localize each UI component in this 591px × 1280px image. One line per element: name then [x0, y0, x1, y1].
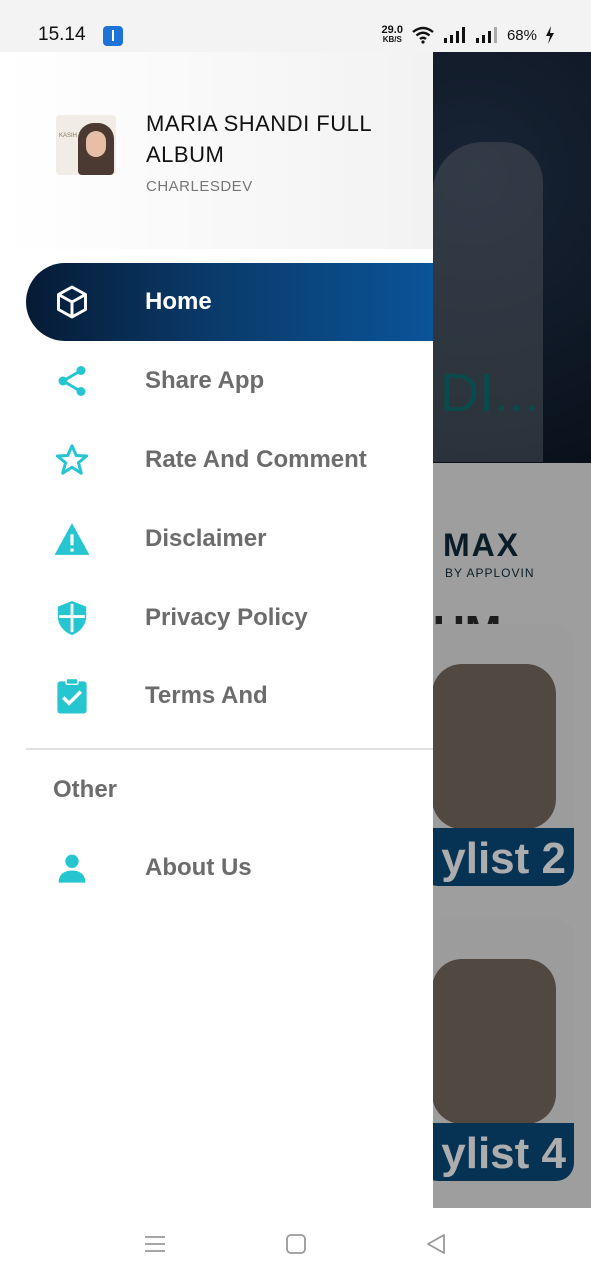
charging-icon: [546, 26, 554, 44]
menu-item-label: Privacy Policy: [145, 603, 308, 631]
star-icon: [52, 440, 92, 480]
menu-item-label: Disclaimer: [145, 524, 267, 552]
network-speed-unit: KB/S: [382, 35, 402, 44]
menu-item-label: Terms And: [145, 682, 268, 710]
developer-name: CHARLESDEV: [146, 178, 253, 195]
status-right-group: 29.0 KB/S 68%: [382, 25, 555, 45]
navigation-drawer: KASIH TUHAN MARIA SHANDI FULL ALBUM CHAR…: [0, 52, 433, 1208]
battery-level: 68%: [506, 26, 537, 44]
menu-item-about-us[interactable]: About Us: [0, 829, 433, 908]
menu-item-label: Share App: [145, 367, 265, 395]
signal-icon: [443, 27, 465, 43]
status-bar: 15.14 29.0 KB/S 68%: [0, 0, 591, 52]
menu-item-terms-and[interactable]: Terms And: [0, 657, 433, 736]
menu-divider: [26, 748, 433, 750]
menu-item-disclaimer[interactable]: Disclaimer: [0, 499, 433, 578]
person-icon: [52, 848, 92, 888]
menu-item-label: Rate And Comment: [145, 445, 367, 473]
drawer-menu: Home Share App Rate And Comment Disclaim…: [0, 263, 433, 736]
menu-item-label: Home: [145, 288, 212, 316]
usb-debug-icon: [103, 26, 123, 46]
network-speed: 29.0 KB/S: [382, 25, 403, 45]
menu-item-home[interactable]: Home: [0, 263, 433, 342]
menu-icon[interactable]: [143, 1232, 167, 1256]
warning-icon: [52, 519, 92, 559]
menu-item-rate-and-comment[interactable]: Rate And Comment: [0, 421, 433, 500]
system-nav-bar: [0, 1208, 591, 1280]
menu-item-share-app[interactable]: Share App: [0, 342, 433, 421]
cube-icon: [52, 282, 92, 322]
section-title-other: Other: [53, 776, 118, 803]
status-time: 15.14: [38, 24, 86, 45]
drawer-header: KASIH TUHAN MARIA SHANDI FULL ALBUM CHAR…: [0, 52, 433, 249]
home-square-icon[interactable]: [284, 1232, 308, 1256]
other-menu: About Us: [0, 829, 433, 908]
clipboard-check-icon: [52, 676, 92, 716]
share-icon: [52, 361, 92, 401]
app-title: MARIA SHANDI FULL ALBUM: [146, 111, 372, 167]
album-thumb-face: [86, 131, 106, 157]
wifi-icon: [412, 26, 434, 44]
shield-icon: [52, 598, 92, 638]
signal-icon: [475, 27, 497, 43]
menu-item-label: About Us: [145, 854, 252, 882]
album-thumbnail: KASIH TUHAN: [56, 115, 116, 175]
back-triangle-icon[interactable]: [424, 1232, 448, 1256]
menu-item-privacy-policy[interactable]: Privacy Policy: [0, 578, 433, 657]
